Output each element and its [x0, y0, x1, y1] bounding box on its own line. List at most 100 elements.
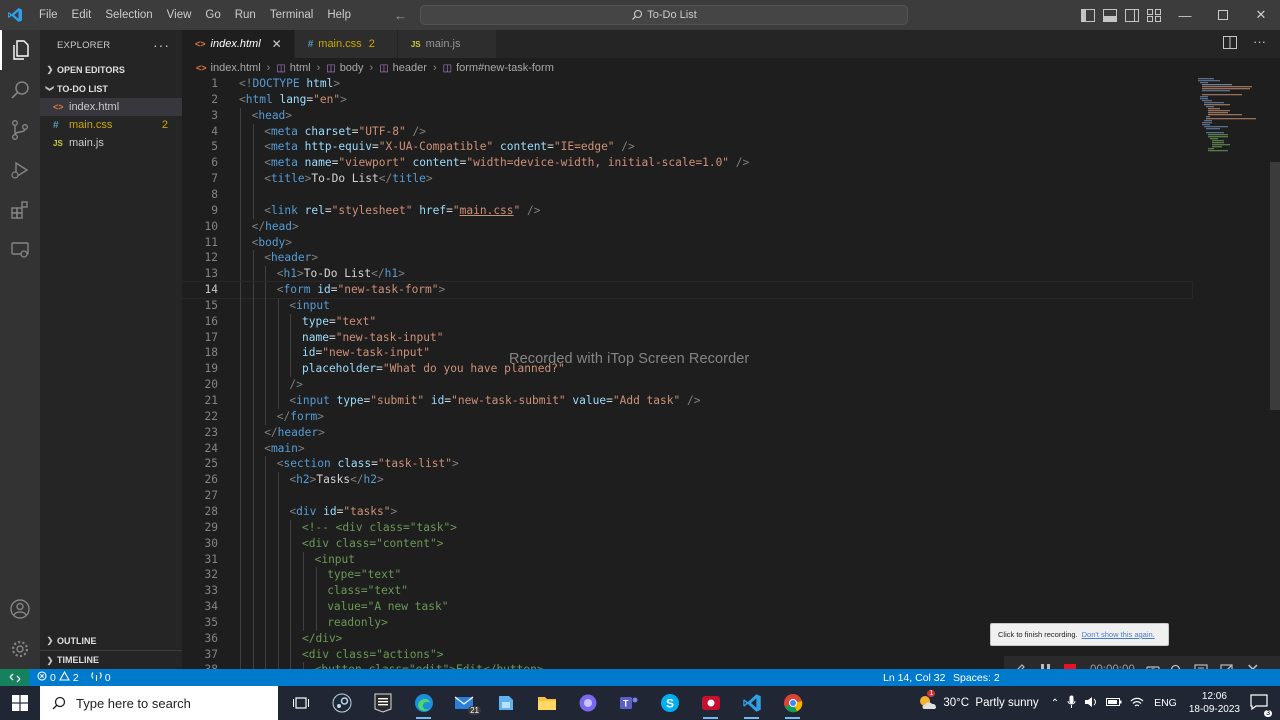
- more-actions-icon[interactable]: ···: [153, 37, 170, 53]
- code-line[interactable]: 28 <div id="tasks">: [182, 503, 1192, 520]
- ports-indicator[interactable]: 0: [85, 671, 117, 684]
- extensions-icon[interactable]: [0, 190, 40, 230]
- menu-file[interactable]: File: [32, 0, 65, 30]
- menu-selection[interactable]: Selection: [98, 0, 159, 30]
- code-line[interactable]: 11 <body>: [182, 234, 1192, 251]
- close-icon[interactable]: ✕: [1242, 0, 1280, 30]
- menu-go[interactable]: Go: [198, 0, 227, 30]
- code-line[interactable]: 16 type="text": [182, 313, 1192, 330]
- search-icon[interactable]: [0, 70, 40, 110]
- maximize-icon[interactable]: [1204, 0, 1242, 30]
- code-line[interactable]: 8: [182, 186, 1192, 203]
- breadcrumb-item[interactable]: form#new-task-form: [456, 62, 554, 74]
- explorer-icon[interactable]: [0, 30, 40, 70]
- microphone-icon[interactable]: [1067, 695, 1076, 711]
- menu-run[interactable]: Run: [228, 0, 263, 30]
- epic-games-icon[interactable]: [362, 686, 403, 720]
- split-editor-icon[interactable]: [1223, 36, 1237, 54]
- speaker-icon[interactable]: [1084, 696, 1098, 711]
- code-line[interactable]: 9 <link rel="stylesheet" href="main.css" …: [182, 202, 1192, 219]
- code-line[interactable]: 3 <head>: [182, 107, 1192, 124]
- code-line[interactable]: 7 <title>To-Do List</title>: [182, 171, 1192, 188]
- code-line[interactable]: 24 <main>: [182, 440, 1192, 457]
- tab-main-js[interactable]: JS main.js: [397, 30, 498, 58]
- accounts-icon[interactable]: [0, 589, 40, 629]
- run-debug-icon[interactable]: [0, 150, 40, 190]
- vscode-taskbar-icon[interactable]: [731, 686, 772, 720]
- weather-label[interactable]: 30°C Partly sunny: [943, 697, 1038, 709]
- toggle-secondary-sidebar-icon[interactable]: [1124, 7, 1140, 23]
- code-line[interactable]: 21 <input type="submit" id="new-task-subm…: [182, 393, 1192, 409]
- notifications-icon[interactable]: 3: [1250, 693, 1272, 717]
- minimize-icon[interactable]: —: [1166, 0, 1204, 30]
- breadcrumb-item[interactable]: index.html: [211, 62, 261, 74]
- teams-icon[interactable]: T: [608, 686, 649, 720]
- problems-indicator[interactable]: 0 2: [31, 670, 85, 684]
- tab-main-css[interactable]: # main.css 2: [294, 30, 398, 58]
- steam-icon[interactable]: [321, 686, 362, 720]
- more-actions-icon[interactable]: ···: [1253, 35, 1266, 54]
- code-line[interactable]: 1 <!DOCTYPE html>: [182, 76, 1192, 92]
- toggle-panel-icon[interactable]: [1102, 7, 1118, 23]
- code-line[interactable]: 15 <input: [182, 297, 1192, 314]
- tab-index-html[interactable]: <> index.html ✕: [182, 30, 295, 58]
- code-line[interactable]: 5 <meta http-equiv="X-UA-Compatible" cont…: [182, 139, 1192, 156]
- file-explorer-icon[interactable]: [526, 686, 567, 720]
- skype-icon[interactable]: S: [649, 686, 690, 720]
- code-line[interactable]: 23 </header>: [182, 424, 1192, 441]
- code-line[interactable]: 2 <html lang="en">: [182, 92, 1192, 108]
- mail-icon[interactable]: 21: [444, 686, 485, 720]
- file-main-css[interactable]: # main.css 2: [40, 116, 182, 134]
- code-line[interactable]: 12 <header>: [182, 250, 1192, 267]
- code-line[interactable]: 14 <form id="new-task-form">: [182, 281, 1193, 300]
- manage-gear-icon[interactable]: [0, 629, 40, 669]
- command-center-search[interactable]: To-Do List: [420, 5, 908, 25]
- breadcrumb-item[interactable]: html: [290, 62, 311, 74]
- code-line[interactable]: 29 <!-- <div class="task">: [182, 519, 1192, 536]
- code-line[interactable]: 10 </head>: [182, 218, 1192, 235]
- outline-section[interactable]: ❯ OUTLINE: [40, 631, 97, 650]
- edge-icon[interactable]: [403, 686, 444, 720]
- code-line[interactable]: 31 <input: [182, 551, 1192, 568]
- remote-explorer-icon[interactable]: [0, 230, 40, 270]
- code-line[interactable]: 4 <meta charset="UTF-8" />: [182, 123, 1192, 140]
- itop-recorder-icon[interactable]: [690, 686, 731, 720]
- open-editors-section[interactable]: ❯ OPEN EDITORS: [40, 60, 182, 79]
- taskbar-search-input[interactable]: Type here to search: [40, 686, 278, 720]
- minimap[interactable]: [1194, 76, 1266, 156]
- folder-section[interactable]: ❯ TO-DO LIST: [40, 79, 182, 98]
- code-line[interactable]: 20 />: [182, 377, 1192, 394]
- menu-terminal[interactable]: Terminal: [263, 0, 320, 30]
- battery-icon[interactable]: [1106, 697, 1122, 710]
- code-line[interactable]: 6 <meta name="viewport" content="width=de…: [182, 155, 1192, 172]
- back-arrow-icon[interactable]: ←: [394, 8, 407, 23]
- chrome-icon[interactable]: [772, 686, 813, 720]
- dont-show-again-link[interactable]: Don't show this again.: [1082, 630, 1155, 639]
- vertical-scrollbar[interactable]: [1270, 162, 1280, 410]
- code-line[interactable]: 30 <div class="content">: [182, 535, 1192, 552]
- task-view-icon[interactable]: [280, 686, 321, 720]
- file-index-html[interactable]: <> index.html: [40, 98, 182, 116]
- menu-edit[interactable]: Edit: [65, 0, 99, 30]
- breadcrumb-item[interactable]: header: [393, 62, 427, 74]
- source-control-icon[interactable]: [0, 110, 40, 150]
- files-app-icon[interactable]: [485, 686, 526, 720]
- code-line[interactable]: 33 class="text": [182, 583, 1192, 600]
- remote-indicator-icon[interactable]: [0, 669, 29, 686]
- input-language[interactable]: ENG: [1154, 697, 1177, 709]
- windows-start-icon[interactable]: [0, 686, 40, 720]
- indentation[interactable]: Spaces: 2: [947, 672, 1006, 684]
- code-line[interactable]: 26 <h2>Tasks</h2>: [182, 472, 1192, 489]
- show-hidden-icons-icon[interactable]: ⌃: [1051, 698, 1059, 709]
- clock[interactable]: 12:06 18-09-2023: [1189, 690, 1240, 716]
- toggle-primary-sidebar-icon[interactable]: [1080, 7, 1096, 23]
- code-line[interactable]: 25 <section class="task-list">: [182, 456, 1192, 473]
- menu-view[interactable]: View: [160, 0, 199, 30]
- timeline-section[interactable]: ❯ TIMELINE: [40, 650, 182, 669]
- menu-help[interactable]: Help: [320, 0, 358, 30]
- copilot-app-icon[interactable]: [567, 686, 608, 720]
- code-line[interactable]: 22 </form>: [182, 408, 1192, 425]
- wifi-icon[interactable]: [1130, 696, 1144, 711]
- cursor-position[interactable]: Ln 14, Col 32: [877, 672, 951, 684]
- code-line[interactable]: 32 type="text": [182, 567, 1192, 584]
